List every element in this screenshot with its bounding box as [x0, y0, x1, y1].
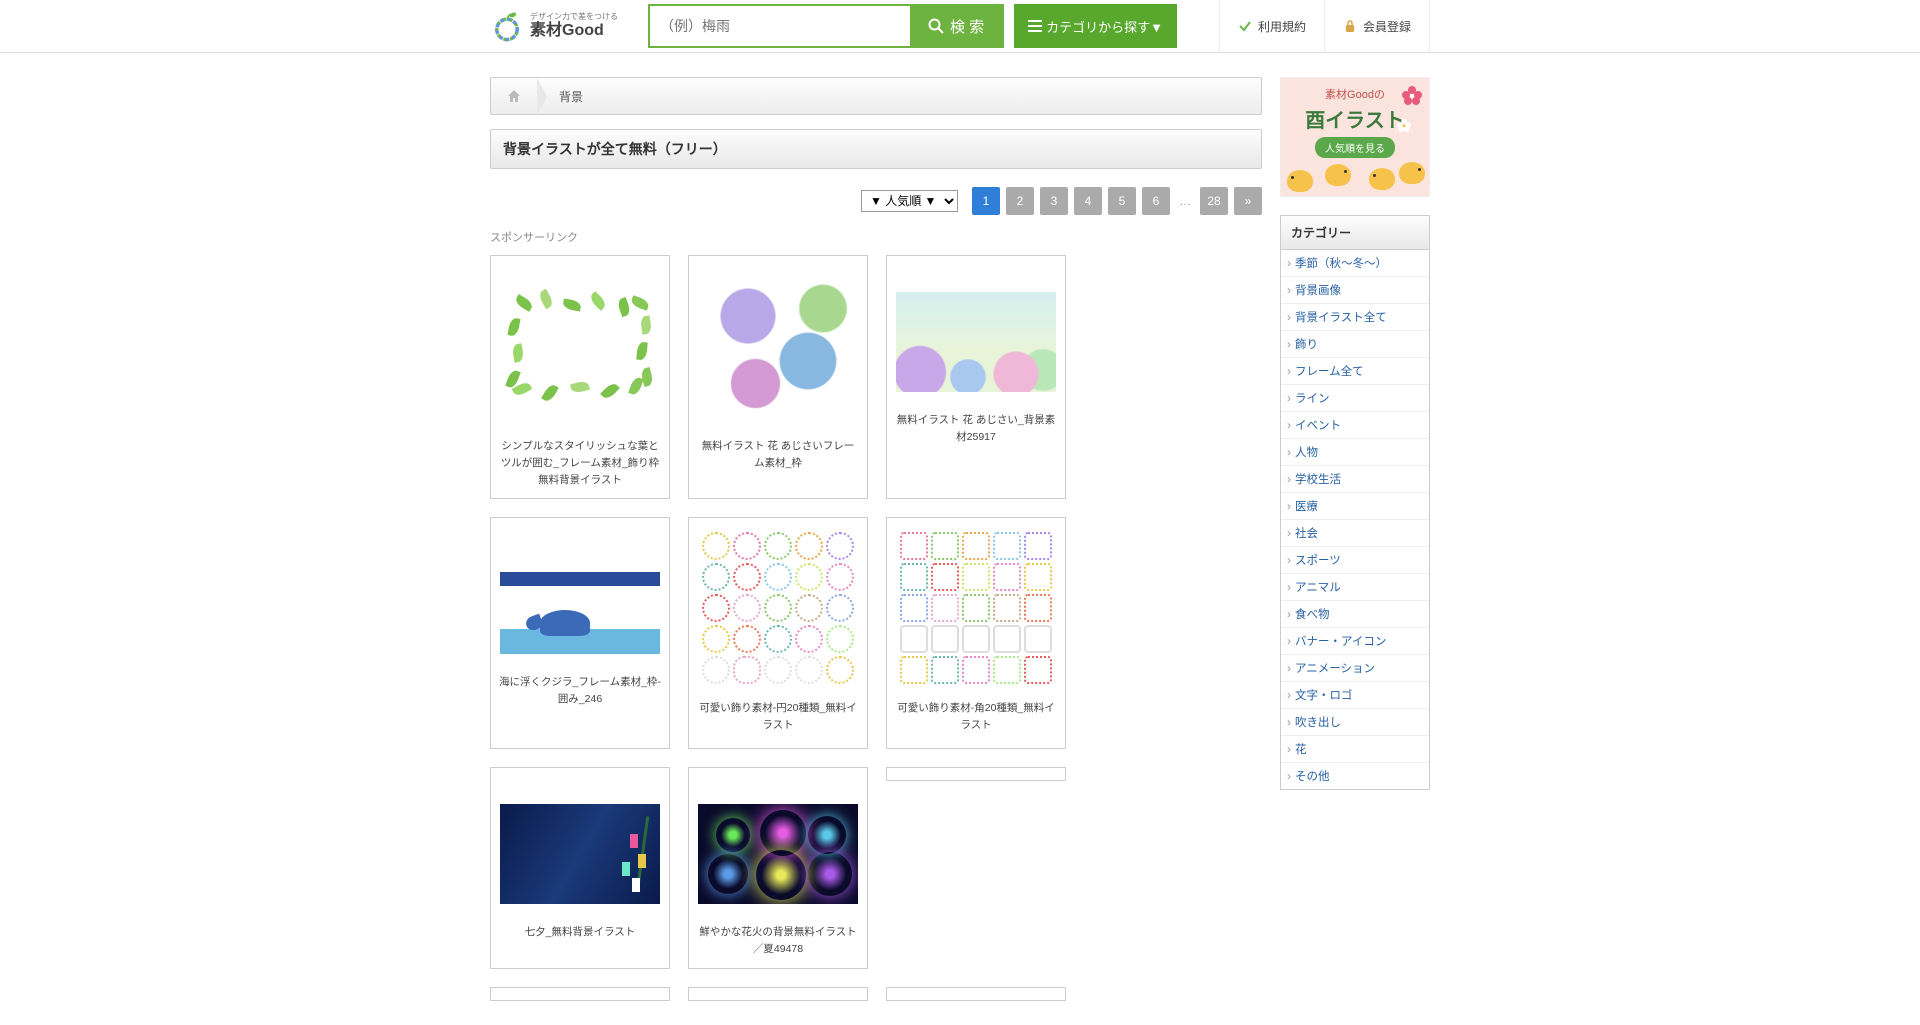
cat-link[interactable]: イベント: [1281, 412, 1429, 438]
result-card[interactable]: 鮮やかな花火の背景無料イラスト／夏49478: [688, 767, 868, 969]
chick-icon: [1287, 170, 1313, 192]
thumb: [498, 544, 662, 664]
nav-terms[interactable]: 利用規約: [1219, 0, 1324, 52]
cat-link[interactable]: アニマル: [1281, 574, 1429, 600]
result-card[interactable]: 七夕_無料背景イラスト: [490, 767, 670, 969]
thumb: [894, 282, 1058, 402]
cat-link[interactable]: 飾り: [1281, 331, 1429, 357]
pagination: 1 2 3 4 5 6 … 28 »: [972, 187, 1262, 215]
banner-button: 人気順を見る: [1315, 137, 1395, 158]
cat-link[interactable]: 季節（秋～冬～）: [1281, 250, 1429, 276]
cat-link[interactable]: 社会: [1281, 520, 1429, 546]
page-3[interactable]: 3: [1040, 187, 1068, 215]
thumb: [498, 794, 662, 914]
header-nav: 利用規約 会員登録: [1219, 0, 1430, 52]
plum-icon: [1401, 84, 1423, 106]
banner-line1: 素材Goodの: [1325, 86, 1385, 102]
logo-tagline: デザイン力で差をつける: [530, 13, 618, 22]
results-grid: シンプルなスタイリッシュな葉とツルが囲む_フレーム素材_飾り枠無料背景イラスト …: [490, 255, 1262, 1001]
cat-link[interactable]: 学校生活: [1281, 466, 1429, 492]
chick-icon: [1399, 162, 1425, 184]
sort-pagination-row: ▼ 人気順 ▼ 1 2 3 4 5 6 … 28 »: [490, 187, 1262, 215]
banner-line2: 酉イラスト: [1305, 104, 1405, 133]
page-last[interactable]: 28: [1200, 187, 1228, 215]
result-card[interactable]: 可愛い飾り素材-角20種類_無料イラスト: [886, 517, 1066, 749]
cat-link[interactable]: 背景イラスト全て: [1281, 304, 1429, 330]
result-card[interactable]: 無料イラスト 花 あじさいフレーム素材_枠: [688, 255, 868, 499]
page-6[interactable]: 6: [1142, 187, 1170, 215]
breadcrumb-home[interactable]: [491, 78, 537, 114]
chick-icon: [1369, 168, 1395, 190]
cat-link[interactable]: 食べ物: [1281, 601, 1429, 627]
card-title: 可愛い飾り素材-円20種類_無料イラスト: [689, 696, 867, 734]
card-title: 無料イラスト 花 あじさい_背景素材25917: [887, 408, 1065, 446]
cat-link[interactable]: 医療: [1281, 493, 1429, 519]
site-header: デザイン力で差をつける 素材Good 検 索 カテゴリから探す▼ 利用規約 会員…: [0, 0, 1920, 53]
category-dropdown-button[interactable]: カテゴリから探す▼: [1014, 4, 1177, 48]
result-card[interactable]: [886, 987, 1066, 1001]
cat-link[interactable]: 吹き出し: [1281, 709, 1429, 735]
page-5[interactable]: 5: [1108, 187, 1136, 215]
page-ellipsis: …: [1176, 187, 1194, 215]
cat-link[interactable]: 人物: [1281, 439, 1429, 465]
list-icon: [1028, 19, 1042, 33]
card-title: 無料イラスト 花 あじさいフレーム素材_枠: [689, 434, 867, 472]
result-card[interactable]: 海に浮くクジラ_フレーム素材_枠-囲み_246: [490, 517, 670, 749]
thumb: [498, 264, 662, 428]
logo-icon: [490, 9, 524, 43]
breadcrumb: 背景: [490, 77, 1262, 115]
search-button[interactable]: 検 索: [910, 6, 1002, 46]
main-content: 背景 背景イラストが全て無料（フリー） ▼ 人気順 ▼ 1 2 3 4 5 6 …: [490, 77, 1262, 1001]
card-title: 七夕_無料背景イラスト: [517, 920, 644, 941]
site-logo[interactable]: デザイン力で差をつける 素材Good: [490, 9, 618, 43]
cat-link[interactable]: フレーム全て: [1281, 358, 1429, 384]
lock-icon: [1343, 19, 1357, 33]
home-icon: [506, 88, 522, 104]
search-input[interactable]: [650, 6, 910, 46]
thumb: [696, 264, 860, 428]
card-title: 海に浮くクジラ_フレーム素材_枠-囲み_246: [491, 670, 669, 708]
check-icon: [1238, 19, 1252, 33]
page-1[interactable]: 1: [972, 187, 1000, 215]
category-list: 季節（秋～冬～） 背景画像 背景イラスト全て 飾り フレーム全て ライン イベン…: [1281, 250, 1429, 789]
cat-link[interactable]: 背景画像: [1281, 277, 1429, 303]
cat-link[interactable]: バナー・アイコン: [1281, 628, 1429, 654]
category-heading: カテゴリー: [1281, 216, 1429, 250]
cat-link[interactable]: アニメーション: [1281, 655, 1429, 681]
search-form: 検 索: [648, 4, 1004, 48]
cat-link[interactable]: 文字・ロゴ: [1281, 682, 1429, 708]
card-title: 鮮やかな花火の背景無料イラスト／夏49478: [689, 920, 867, 958]
thumb: [696, 794, 860, 914]
sidebar: 素材Goodの 酉イラスト 人気順を見る カテゴリー 季節（秋～冬～） 背景画像…: [1280, 77, 1430, 790]
promo-banner[interactable]: 素材Goodの 酉イラスト 人気順を見る: [1280, 77, 1430, 197]
thumb: [696, 526, 860, 690]
chick-icon: [1325, 164, 1351, 186]
result-card[interactable]: シンプルなスタイリッシュな葉とツルが囲む_フレーム素材_飾り枠無料背景イラスト: [490, 255, 670, 499]
plum-icon: [1396, 117, 1411, 132]
page-4[interactable]: 4: [1074, 187, 1102, 215]
sponsor-label: スポンサーリンク: [490, 229, 1262, 245]
logo-name: 素材Good: [530, 22, 618, 40]
sort-select[interactable]: ▼ 人気順 ▼: [861, 190, 958, 212]
nav-register[interactable]: 会員登録: [1324, 0, 1430, 52]
card-title: 可愛い飾り素材-角20種類_無料イラスト: [887, 696, 1065, 734]
search-icon: [928, 18, 944, 34]
result-card[interactable]: [886, 767, 1066, 781]
page-title: 背景イラストが全て無料（フリー）: [490, 129, 1262, 169]
cat-link[interactable]: 花: [1281, 736, 1429, 762]
card-title: シンプルなスタイリッシュな葉とツルが囲む_フレーム素材_飾り枠無料背景イラスト: [491, 434, 669, 488]
page-2[interactable]: 2: [1006, 187, 1034, 215]
cat-link[interactable]: スポーツ: [1281, 547, 1429, 573]
cat-link[interactable]: ライン: [1281, 385, 1429, 411]
page-next[interactable]: »: [1234, 187, 1262, 215]
result-card[interactable]: [490, 987, 670, 1001]
thumb: [894, 526, 1058, 690]
cat-link[interactable]: その他: [1281, 763, 1429, 789]
result-card[interactable]: [688, 987, 868, 1001]
result-card[interactable]: 無料イラスト 花 あじさい_背景素材25917: [886, 255, 1066, 499]
category-box: カテゴリー 季節（秋～冬～） 背景画像 背景イラスト全て 飾り フレーム全て ラ…: [1280, 215, 1430, 790]
result-card[interactable]: 可愛い飾り素材-円20種類_無料イラスト: [688, 517, 868, 749]
